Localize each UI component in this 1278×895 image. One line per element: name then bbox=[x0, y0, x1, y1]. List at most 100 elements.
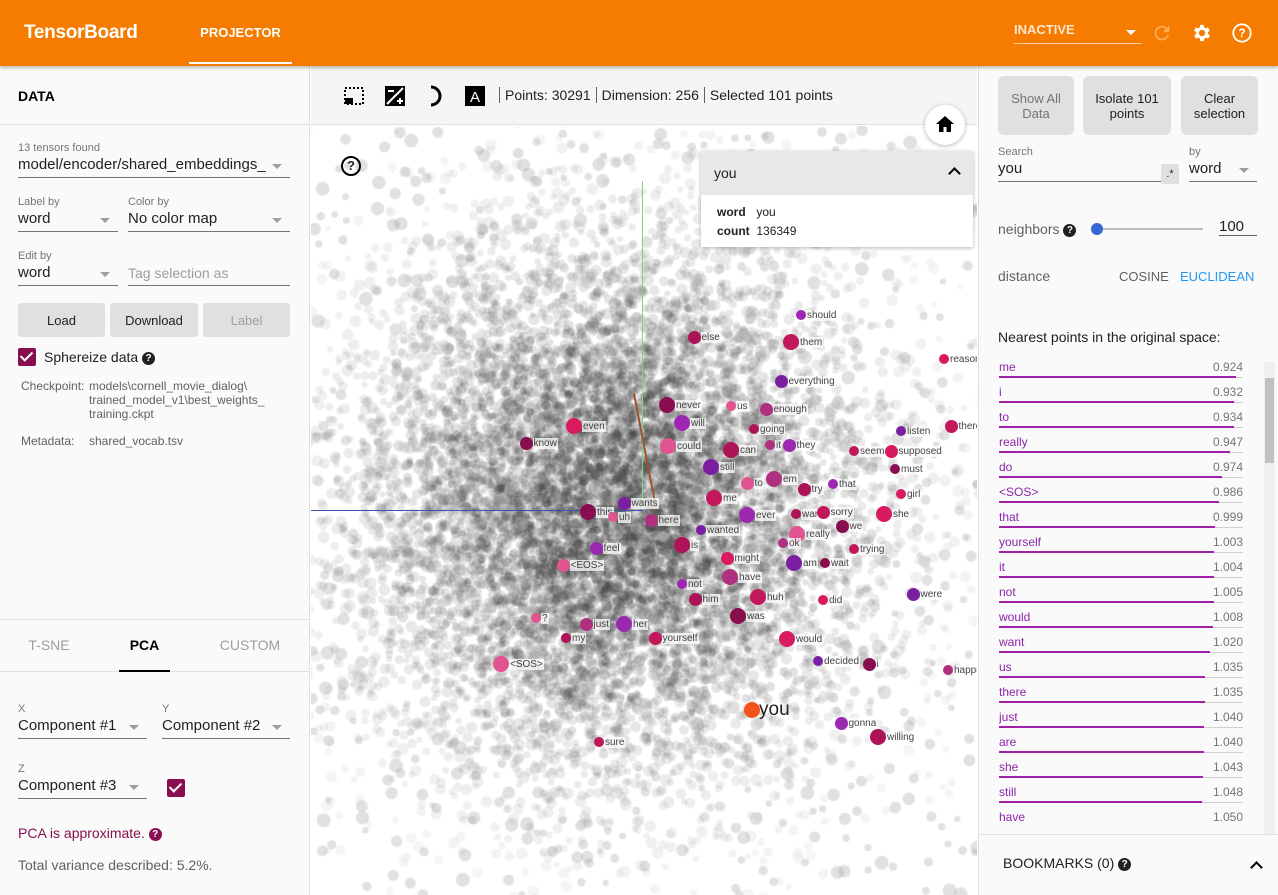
selected-point[interactable] bbox=[906, 587, 920, 601]
selected-point[interactable] bbox=[774, 374, 788, 388]
selected-point[interactable] bbox=[849, 544, 859, 554]
help-icon[interactable]: ? bbox=[1063, 223, 1077, 237]
nearest-item[interactable]: are 1.040 bbox=[999, 731, 1243, 756]
selected-point[interactable] bbox=[862, 657, 876, 671]
selected-point[interactable] bbox=[834, 716, 848, 730]
settings-icon[interactable] bbox=[1191, 22, 1213, 44]
selected-point[interactable] bbox=[943, 665, 953, 675]
selected-point[interactable] bbox=[813, 656, 823, 666]
selected-point[interactable] bbox=[783, 334, 799, 350]
selected-point[interactable] bbox=[579, 617, 593, 631]
show-all-button[interactable]: Show All Data bbox=[998, 76, 1074, 135]
selected-point[interactable] bbox=[617, 496, 631, 510]
selected-point[interactable] bbox=[766, 471, 782, 487]
tab-custom[interactable]: CUSTOM bbox=[215, 620, 285, 672]
nearest-item[interactable]: us 1.035 bbox=[999, 656, 1243, 681]
selected-point[interactable] bbox=[818, 595, 828, 605]
nearest-item[interactable]: there 1.035 bbox=[999, 681, 1243, 706]
nearest-item[interactable]: i 0.932 bbox=[999, 381, 1243, 406]
selected-point[interactable] bbox=[740, 476, 754, 490]
reset-view-button[interactable] bbox=[925, 105, 965, 145]
selected-point[interactable] bbox=[677, 579, 687, 589]
nearest-item[interactable]: not 1.005 bbox=[999, 581, 1243, 606]
selected-point[interactable] bbox=[556, 558, 570, 572]
selected-point[interactable] bbox=[566, 418, 582, 434]
selected-point[interactable] bbox=[687, 330, 701, 344]
selected-point[interactable] bbox=[648, 631, 662, 645]
selected-point[interactable] bbox=[519, 436, 533, 450]
chevron-up-icon[interactable] bbox=[948, 167, 961, 180]
selected-point[interactable] bbox=[791, 509, 801, 519]
tensor-select[interactable]: 13 tensors found model/encoder/shared_em… bbox=[18, 142, 290, 178]
selected-point[interactable] bbox=[730, 608, 746, 624]
selected-point[interactable] bbox=[884, 444, 898, 458]
selected-point[interactable] bbox=[779, 631, 795, 647]
neighbors-slider[interactable] bbox=[1093, 228, 1203, 230]
load-button[interactable]: Load bbox=[18, 303, 105, 337]
selected-point[interactable] bbox=[531, 613, 541, 623]
selected-point[interactable] bbox=[659, 397, 675, 413]
download-button[interactable]: Download bbox=[110, 303, 198, 337]
isolate-button[interactable]: Isolate 101 points bbox=[1083, 76, 1171, 135]
tab-pca[interactable]: PCA bbox=[119, 620, 170, 672]
moon-icon[interactable] bbox=[424, 85, 446, 107]
selected-point[interactable] bbox=[696, 525, 706, 535]
selected-point[interactable] bbox=[706, 490, 722, 506]
selected-point[interactable] bbox=[778, 538, 788, 548]
selected-point[interactable] bbox=[870, 729, 886, 745]
nearest-item[interactable]: do 0.974 bbox=[999, 456, 1243, 481]
selected-point[interactable] bbox=[782, 438, 796, 452]
nearest-item[interactable]: yourself 1.003 bbox=[999, 531, 1243, 556]
nearest-item[interactable]: me 0.924 bbox=[999, 356, 1243, 381]
selected-point[interactable] bbox=[896, 489, 906, 499]
selected-point[interactable] bbox=[759, 402, 773, 416]
selected-point[interactable] bbox=[608, 512, 618, 522]
selected-point[interactable] bbox=[816, 505, 830, 519]
help-icon[interactable]: ? bbox=[142, 351, 156, 365]
selected-point[interactable] bbox=[720, 551, 734, 565]
selected-point[interactable] bbox=[890, 464, 900, 474]
selected-point[interactable] bbox=[765, 440, 775, 450]
pca-x-select[interactable]: X Component #1 bbox=[18, 703, 147, 739]
refresh-icon[interactable] bbox=[1151, 22, 1173, 44]
night-mode-icon[interactable] bbox=[384, 85, 406, 107]
selected-point[interactable] bbox=[749, 424, 759, 434]
selected-point[interactable] bbox=[739, 507, 755, 523]
selected-point[interactable] bbox=[660, 438, 676, 454]
scrollbar-thumb[interactable] bbox=[1265, 378, 1274, 463]
selected-point[interactable] bbox=[726, 401, 736, 411]
labels-icon[interactable]: A bbox=[464, 85, 486, 107]
nearest-item[interactable]: have 1.050 bbox=[999, 806, 1243, 826]
bookmarks-panel[interactable]: BOOKMARKS (0) ? bbox=[979, 834, 1278, 895]
run-selector[interactable]: INACTIVE bbox=[1014, 22, 1142, 44]
nearest-scrollbar[interactable] bbox=[1264, 362, 1275, 834]
plot-help-icon[interactable]: ? bbox=[341, 156, 361, 176]
search-input[interactable]: Search you bbox=[998, 146, 1179, 182]
help-icon[interactable]: ? bbox=[1231, 22, 1253, 44]
selected-point[interactable] bbox=[944, 419, 958, 433]
label-button[interactable]: Label bbox=[203, 303, 290, 337]
search-by-select[interactable]: by word bbox=[1189, 146, 1257, 182]
selected-point[interactable] bbox=[723, 442, 739, 458]
sphereize-checkbox[interactable] bbox=[18, 348, 36, 366]
selected-point[interactable] bbox=[722, 569, 738, 585]
selected-point[interactable] bbox=[797, 482, 811, 496]
selected-point[interactable] bbox=[674, 415, 690, 431]
selected-point[interactable] bbox=[796, 310, 806, 320]
nearest-item[interactable]: she 1.043 bbox=[999, 756, 1243, 781]
clear-selection-button[interactable]: Clear selection bbox=[1181, 76, 1258, 135]
selected-point[interactable] bbox=[849, 446, 859, 456]
nearest-item[interactable]: to 0.934 bbox=[999, 406, 1243, 431]
neighbors-slider-handle[interactable] bbox=[1091, 223, 1104, 235]
color-by-select[interactable]: Color by No color map bbox=[128, 196, 290, 232]
point-info-header[interactable]: you bbox=[701, 151, 973, 195]
help-icon[interactable]: ? bbox=[148, 827, 162, 841]
selected-point[interactable] bbox=[688, 592, 702, 606]
selected-point[interactable] bbox=[674, 537, 690, 553]
rectangle-select-icon[interactable] bbox=[343, 85, 365, 107]
selected-point[interactable] bbox=[876, 506, 892, 522]
nearest-item[interactable]: still 1.048 bbox=[999, 781, 1243, 806]
tab-projector[interactable]: PROJECTOR bbox=[189, 0, 292, 64]
selected-point[interactable] bbox=[616, 616, 632, 632]
regex-toggle[interactable]: .* bbox=[1161, 164, 1179, 184]
